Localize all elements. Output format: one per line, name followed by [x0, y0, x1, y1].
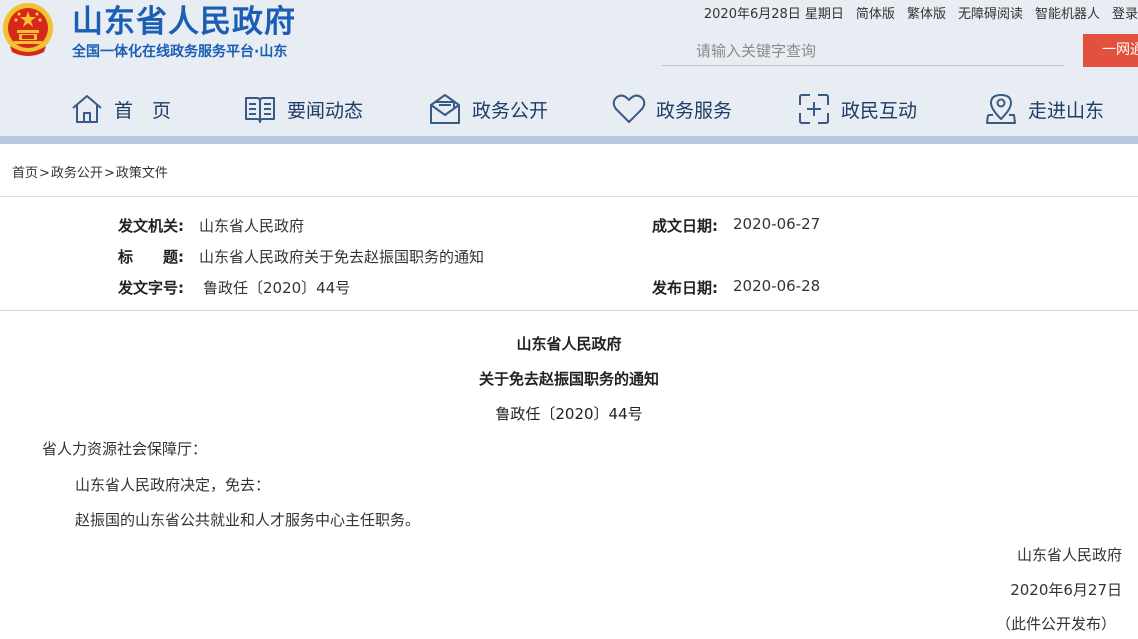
issuer-value: 山东省人民政府 [199, 217, 305, 235]
nav-item-gov-services[interactable]: 政务服务 [612, 88, 732, 130]
nav-item-label: 政务服务 [656, 99, 733, 122]
nav-item-label: 政民互动 [841, 99, 918, 122]
document-publication-note: （此件公开发布） [995, 615, 1116, 633]
breadcrumb-separator: > [39, 166, 50, 181]
title-value: 山东省人民政府关于免去赵振国职务的通知 [199, 248, 485, 266]
breadcrumb: 首页>政务公开>政策文件 [12, 162, 168, 181]
created-date-value: 2020-06-27 [733, 215, 821, 233]
created-date-label: 成文日期: [652, 217, 718, 235]
document-heading-issuer: 山东省人民政府 [516, 335, 622, 353]
login-link[interactable]: 登录 [1112, 3, 1138, 22]
site-header: 山东省人民政府 全国一体化在线政务服务平台·山东 2020年6月28日 星期日 … [0, 0, 1138, 136]
home-icon [72, 95, 102, 123]
nav-item-news[interactable]: 要闻动态 [243, 88, 363, 130]
national-emblem-icon [3, 3, 53, 56]
document-signature: 山东省人民政府 [1016, 546, 1122, 564]
breadcrumb-policy-docs[interactable]: 政策文件 [116, 166, 168, 181]
nav-divider-bar [0, 136, 1138, 144]
traditional-link[interactable]: 繁体版 [907, 3, 946, 22]
onenet-button[interactable]: 一网通 [1083, 34, 1138, 67]
accessible-reading-link[interactable]: 无障碍阅读 [958, 3, 1023, 22]
nav-item-label: 政务公开 [472, 99, 549, 122]
document-paragraph: 赵振国的山东省公共就业和人才服务中心主任职务。 [75, 511, 421, 529]
nav-item-home[interactable]: 首 页 [70, 88, 171, 130]
issuer-label: 发文机关: [118, 217, 184, 235]
breadcrumb-gov-affairs[interactable]: 政务公开 [51, 166, 103, 181]
top-links: 2020年6月28日 星期日 简体版 繁体版 无障碍阅读 智能机器人 登录 [703, 3, 1138, 22]
smart-robot-link[interactable]: 智能机器人 [1035, 3, 1100, 22]
nav-item-label: 走进山东 [1028, 99, 1105, 122]
document-date: 2020年6月27日 [1010, 581, 1122, 599]
breadcrumb-separator: > [103, 166, 115, 181]
published-date-value: 2020-06-28 [733, 277, 821, 295]
site-title[interactable]: 山东省人民政府 [72, 0, 296, 41]
current-date: 2020年6月28日 星期日 [703, 7, 844, 22]
heart-icon [612, 94, 646, 123]
nav-item-gov-affairs[interactable]: 政务公开 [428, 88, 548, 130]
doc-number-label: 发文字号: [118, 279, 184, 297]
main-nav: 首 页 要闻动态 政务公开 政务服务 政民互动 走进山东 [0, 88, 1138, 130]
published-date-label: 发布日期: [652, 279, 718, 297]
document-number: 鲁政任〔2020〕44号 [495, 405, 643, 423]
document-heading-title: 关于免去赵振国职务的通知 [478, 370, 659, 388]
doc-number-value: 鲁政任〔2020〕44号 [203, 279, 351, 297]
envelope-icon [430, 94, 460, 124]
document-addressee: 省人力资源社会保障厅： [42, 440, 208, 458]
divider [0, 310, 1138, 311]
book-icon [245, 97, 275, 123]
nav-item-label: 要闻动态 [287, 99, 364, 122]
map-pin-icon [986, 94, 1016, 124]
site-subtitle[interactable]: 全国一体化在线政务服务平台·山东 [72, 41, 287, 61]
search-box [662, 38, 1064, 66]
interact-icon [799, 94, 829, 124]
search-input[interactable] [662, 38, 1064, 64]
simplified-link[interactable]: 简体版 [856, 3, 895, 22]
title-label: 标 题: [118, 248, 184, 266]
breadcrumb-home[interactable]: 首页 [12, 166, 38, 181]
divider [0, 196, 1138, 197]
nav-item-label: 首 页 [114, 99, 172, 122]
nav-item-shandong[interactable]: 走进山东 [984, 88, 1104, 130]
document-paragraph: 山东省人民政府决定，免去： [75, 476, 271, 494]
nav-item-interaction[interactable]: 政民互动 [797, 88, 917, 130]
